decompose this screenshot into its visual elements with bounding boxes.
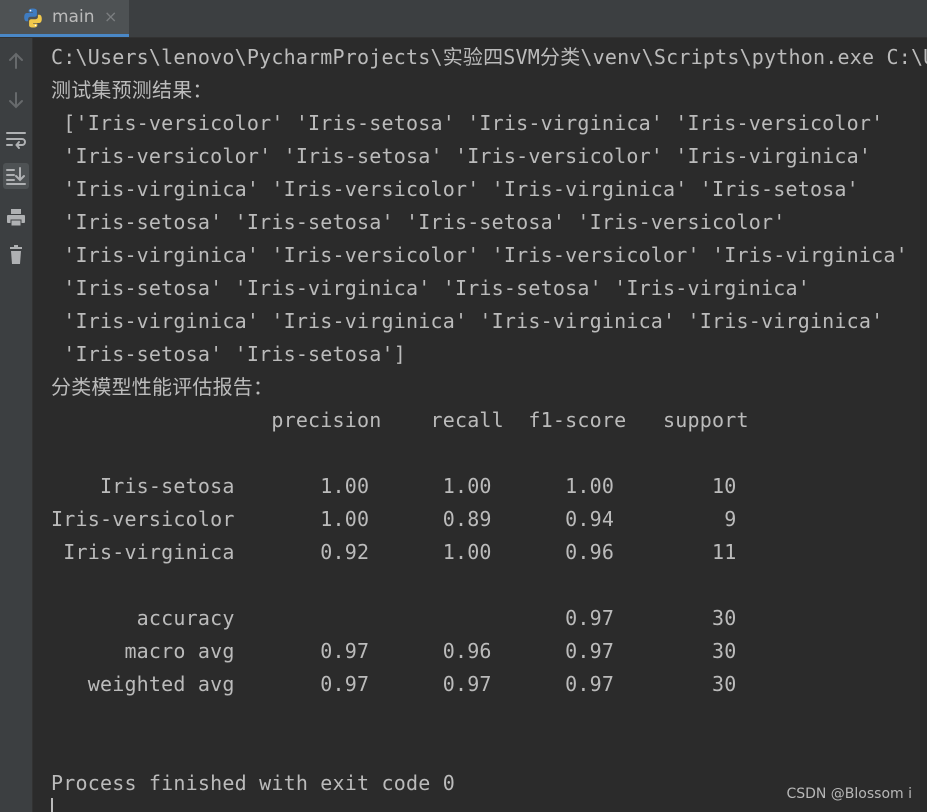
close-icon[interactable]: × — [104, 7, 117, 26]
watermark: CSDN @Blossom i — [786, 786, 912, 802]
text-cursor — [51, 798, 53, 812]
run-tool-window-toolbar — [0, 38, 33, 812]
print-icon[interactable] — [3, 205, 29, 231]
arrow-down-icon[interactable] — [3, 87, 29, 113]
console-line: 'Iris-virginica' 'Iris-versicolor' 'Iris… — [51, 243, 908, 267]
soft-wrap-icon[interactable] — [3, 126, 29, 152]
console-line: Iris-versicolor 1.00 0.89 0.94 9 — [51, 507, 737, 531]
console-line: macro avg 0.97 0.96 0.97 30 — [51, 639, 737, 663]
editor-tab-bar: main × — [0, 0, 927, 38]
trash-icon[interactable] — [3, 242, 29, 268]
console-output[interactable]: C:\Users\lenovo\PycharmProjects\实验四SVM分类… — [51, 41, 927, 812]
console-line: 测试集预测结果： — [51, 78, 213, 102]
console-line: 'Iris-setosa' 'Iris-setosa' 'Iris-setosa… — [51, 210, 786, 234]
console-line: 'Iris-setosa' 'Iris-setosa'] — [51, 342, 406, 366]
console-line: 'Iris-versicolor' 'Iris-setosa' 'Iris-ve… — [51, 144, 872, 168]
console-line: ['Iris-versicolor' 'Iris-setosa' 'Iris-v… — [51, 111, 884, 135]
console-line: Iris-setosa 1.00 1.00 1.00 10 — [51, 474, 737, 498]
console-line: 分类模型性能评估报告： — [51, 375, 274, 399]
console-line: 'Iris-virginica' 'Iris-virginica' 'Iris-… — [51, 309, 884, 333]
console-line: 'Iris-virginica' 'Iris-versicolor' 'Iris… — [51, 177, 859, 201]
console-line: Iris-virginica 0.92 1.00 0.96 11 — [51, 540, 737, 564]
console-line: Process finished with exit code 0 — [51, 771, 455, 795]
tab-main[interactable]: main × — [0, 0, 129, 37]
tab-label: main — [52, 7, 95, 27]
scroll-to-end-icon[interactable] — [3, 163, 29, 189]
arrow-up-icon[interactable] — [3, 48, 29, 74]
console-line: C:\Users\lenovo\PycharmProjects\实验四SVM分类… — [51, 45, 927, 69]
console-line: accuracy 0.97 30 — [51, 606, 737, 630]
console-line: precision recall f1-score support — [51, 408, 749, 432]
console-line: 'Iris-setosa' 'Iris-virginica' 'Iris-set… — [51, 276, 810, 300]
console-line: weighted avg 0.97 0.97 0.97 30 — [51, 672, 737, 696]
python-icon — [22, 7, 44, 29]
